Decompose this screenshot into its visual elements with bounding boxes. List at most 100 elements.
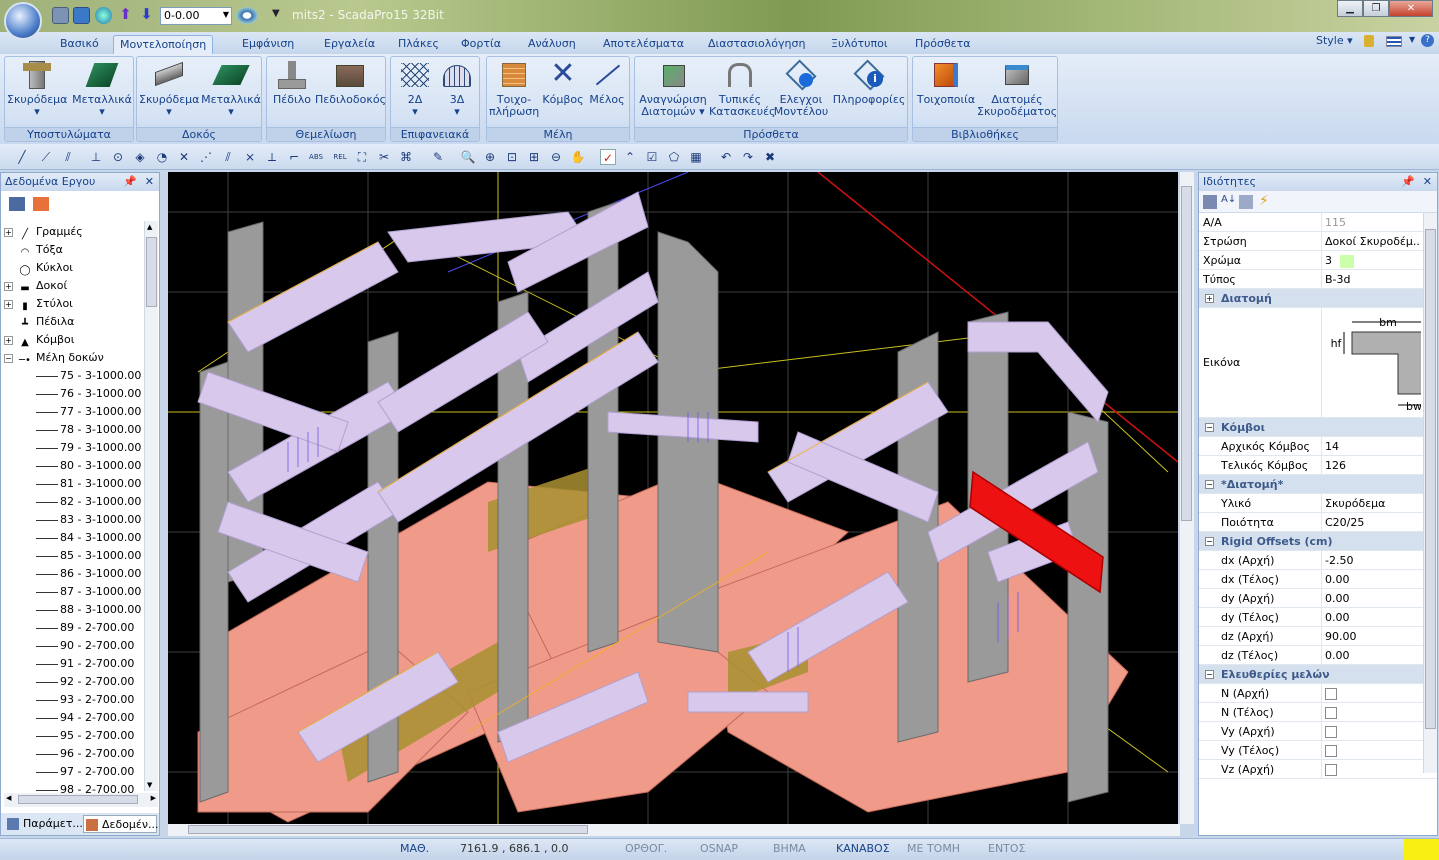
tab-analysis[interactable]: Ανάλυση	[522, 35, 582, 54]
surface-3d-button[interactable]: 3Δ ▾	[437, 59, 477, 118]
strip-footing-button[interactable]: Πεδιλοδοκός	[315, 59, 386, 106]
tree-node-footings[interactable]: ┻ Πέδιλα	[4, 313, 146, 331]
property-pages-icon[interactable]	[1239, 195, 1253, 209]
beam-member-item[interactable]: 94 - 2-700.00	[4, 709, 146, 727]
beam-member-item[interactable]: 92 - 2-700.00	[4, 673, 146, 691]
tab-basic[interactable]: Βασικό	[54, 35, 105, 54]
application-orb-button[interactable]	[4, 2, 42, 40]
expand-icon[interactable]: +	[1205, 294, 1214, 303]
prop-offset[interactable]: dy (Τέλος) 0.00	[1199, 608, 1437, 627]
tree-node-columns[interactable]: + ▮ Στύλοι	[4, 295, 146, 313]
maximize-button[interactable]: ❐	[1363, 0, 1389, 17]
beam-member-item[interactable]: 90 - 2-700.00	[4, 637, 146, 655]
tree-node-lines[interactable]: + ╱ Γραμμές	[4, 223, 146, 241]
tab-formwork[interactable]: Ξυλότυποι	[825, 35, 894, 54]
measure-icon[interactable]: ⌃	[622, 149, 638, 165]
collapse-icon[interactable]: −	[4, 353, 13, 363]
close-icon[interactable]: ✕	[145, 173, 154, 191]
column-concrete-button[interactable]: Σκυρόδεμα ▾	[7, 59, 67, 118]
save-icon[interactable]	[73, 7, 90, 24]
print-icon[interactable]	[52, 7, 69, 24]
prop-offset[interactable]: dz (Τέλος) 0.00	[1199, 646, 1437, 665]
prop-release[interactable]: N (Αρχή)	[1199, 684, 1437, 703]
beam-member-item[interactable]: 76 - 3-1000.00	[4, 385, 146, 403]
beam-member-item[interactable]: 86 - 3-1000.00	[4, 565, 146, 583]
arrow-up-icon[interactable]: ⬆	[117, 7, 134, 24]
release-checkbox[interactable]	[1325, 707, 1337, 719]
expand-icon[interactable]: +	[4, 335, 13, 345]
beam-member-item[interactable]: 88 - 3-1000.00	[4, 601, 146, 619]
beam-member-item[interactable]: 89 - 2-700.00	[4, 619, 146, 637]
prop-quality[interactable]: Ποιότητα C20/25	[1199, 513, 1437, 532]
scroll-thumb[interactable]	[1425, 229, 1436, 729]
beam-member-item[interactable]: 91 - 2-700.00	[4, 655, 146, 673]
intersection-snap-icon[interactable]: ✕	[176, 149, 192, 165]
prop-aa[interactable]: Α/Α 115	[1199, 213, 1437, 232]
beam-member-item[interactable]: 80 - 3-1000.00	[4, 457, 146, 475]
prop-release[interactable]: N (Τέλος)	[1199, 703, 1437, 722]
help-icon[interactable]: ?	[1421, 34, 1434, 47]
close-window-button[interactable]: ✕	[1389, 0, 1433, 17]
prop-material[interactable]: Υλικό Σκυρόδεμα	[1199, 494, 1437, 513]
cut-icon[interactable]: ✂	[376, 149, 392, 165]
polyline-tool-icon[interactable]: ⟋	[38, 149, 54, 165]
status-step[interactable]: ΒΗΜΑ	[773, 842, 806, 855]
column-steel-button[interactable]: Μεταλλικά ▾	[71, 59, 133, 118]
midpoint-snap-icon[interactable]: ⟂	[264, 149, 280, 165]
perpendicular-snap-icon[interactable]: ⊥	[88, 149, 104, 165]
tree-node-circles[interactable]: ◯ Κύκλοι	[4, 259, 146, 277]
arrow-down-icon[interactable]: ⬇	[138, 7, 155, 24]
beam-member-item[interactable]: 84 - 3-1000.00	[4, 529, 146, 547]
select-window-icon[interactable]: ⛶	[354, 149, 370, 165]
events-icon[interactable]: ⚡	[1259, 193, 1269, 209]
scroll-left-icon[interactable]: ◀	[6, 794, 11, 802]
refresh-icon[interactable]	[32, 197, 49, 211]
redo-icon[interactable]: ↷	[740, 149, 756, 165]
pencil-icon[interactable]: ✎	[430, 149, 446, 165]
scroll-thumb[interactable]	[146, 237, 157, 307]
category-nodes[interactable]: − Κόμβοι	[1199, 418, 1437, 437]
category-section[interactable]: + Διατομή	[1199, 289, 1437, 308]
delete-icon[interactable]: ✖	[762, 149, 778, 165]
tree-vertical-scrollbar[interactable]: ▲ ▼	[144, 221, 158, 791]
tab-slabs[interactable]: Πλάκες	[392, 35, 445, 54]
zoom-icon[interactable]: 🔍	[460, 149, 476, 165]
close-icon[interactable]: ✕	[1423, 173, 1432, 191]
check-box-icon[interactable]: ☑	[644, 149, 660, 165]
prop-release[interactable]: Vy (Αρχή)	[1199, 722, 1437, 741]
absolute-coords-icon[interactable]: ABS	[306, 149, 326, 165]
lasso-icon[interactable]: ⌘	[398, 149, 414, 165]
zoom-out-icon[interactable]: ⊖	[548, 149, 564, 165]
footing-button[interactable]: Πέδιλο	[269, 59, 315, 106]
collapse-icon[interactable]: −	[1205, 480, 1214, 489]
category-rigid-offsets[interactable]: − Rigid Offsets (cm)	[1199, 532, 1437, 551]
beam-member-item[interactable]: 78 - 3-1000.00	[4, 421, 146, 439]
viewport-vertical-scrollbar[interactable]	[1180, 172, 1194, 824]
scroll-thumb[interactable]	[188, 825, 588, 834]
collapse-icon[interactable]: −	[1205, 537, 1214, 546]
line-tool-icon[interactable]: ╱	[14, 149, 30, 165]
beam-member-item[interactable]: 75 - 3-1000.00	[4, 367, 146, 385]
minimize-button[interactable]: ▁	[1337, 0, 1363, 17]
expand-icon[interactable]: +	[4, 227, 13, 237]
quick-access-dropdown-icon[interactable]: ▼	[272, 8, 280, 19]
tree-view-icon[interactable]	[9, 197, 25, 211]
pan-icon[interactable]: ✋	[570, 149, 586, 165]
endpoint-snap-icon[interactable]: ⌐	[286, 149, 302, 165]
infill-button[interactable]: Τοιχο-πλήρωση	[489, 59, 539, 118]
status-grid[interactable]: ΚΑΝΑΒΟΣ	[836, 842, 890, 855]
tree-node-nodes[interactable]: + ▲ Κόμβοι	[4, 331, 146, 349]
scroll-right-icon[interactable]: ▶	[151, 794, 156, 802]
collapse-icon[interactable]: −	[1205, 670, 1214, 679]
tab-tools[interactable]: Εργαλεία	[318, 35, 381, 54]
pin-icon[interactable]: 📌	[1401, 173, 1415, 191]
prop-offset[interactable]: dx (Τέλος) 0.00	[1199, 570, 1437, 589]
info-button[interactable]: i Πληροφορίες	[831, 59, 907, 106]
sort-alpha-icon[interactable]: A↓	[1221, 194, 1236, 205]
masonry-library-button[interactable]: Τοιχοποιία	[915, 59, 977, 106]
model-checks-button[interactable]: Ελεγχοι Μοντέλου	[771, 59, 831, 118]
tab-data[interactable]: Δεδομέν...	[83, 815, 159, 833]
viewport-horizontal-scrollbar[interactable]	[168, 824, 1180, 836]
beam-member-item[interactable]: 95 - 2-700.00	[4, 727, 146, 745]
prop-offset[interactable]: dz (Αρχή) 90.00	[1199, 627, 1437, 646]
